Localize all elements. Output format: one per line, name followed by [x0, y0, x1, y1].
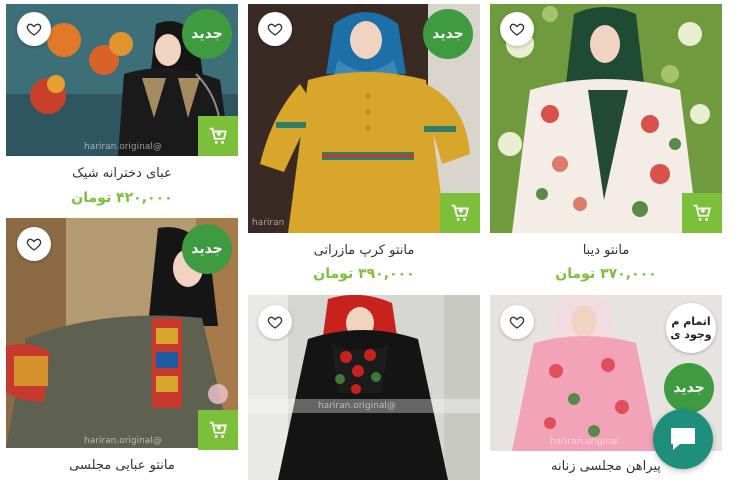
watermark: @hariran.original [84, 142, 162, 152]
add-to-cart-button[interactable] [440, 193, 480, 233]
out-of-stock-badge: اتمام م وجود ی [666, 303, 716, 353]
wishlist-button[interactable] [258, 12, 292, 46]
watermark: @hariran.original [84, 436, 162, 446]
heart-outline-icon [267, 23, 283, 36]
watermark: @hariran.original [318, 401, 396, 411]
product-card[interactable]: @hariran.original [248, 295, 480, 480]
add-to-cart-icon [451, 204, 469, 221]
heart-outline-icon [509, 23, 525, 36]
add-to-cart-icon [693, 204, 711, 221]
product-price: ۳۷۰,۰۰۰ تومان [555, 266, 657, 282]
heart-outline-icon [26, 238, 42, 251]
product-card[interactable]: @hariran.original جدید عبای دخترانه شیک … [6, 4, 238, 214]
chat-button[interactable] [653, 409, 713, 469]
heart-outline-icon [267, 316, 283, 329]
wishlist-button[interactable] [258, 305, 292, 339]
wishlist-button[interactable] [17, 227, 51, 261]
wishlist-button[interactable] [17, 12, 51, 46]
add-to-cart-icon [209, 421, 227, 438]
product-price: ۳۹۰,۰۰۰ تومان [313, 266, 415, 282]
heart-outline-icon [509, 316, 525, 329]
new-badge: جدید [664, 363, 714, 413]
heart-outline-icon [26, 23, 42, 36]
product-name[interactable]: مانتو عبایی مجلسی [6, 458, 238, 473]
add-to-cart-button[interactable] [198, 116, 238, 156]
new-badge: جدید [182, 9, 232, 59]
chat-bubble-icon [671, 428, 695, 450]
product-card[interactable]: @hariran.original جدید مانتو عبایی مجلسی [6, 218, 238, 480]
product-name[interactable]: مانتو کرپ مازراتی [248, 243, 480, 258]
watermark: hariran.original [550, 437, 619, 447]
add-to-cart-button[interactable] [198, 410, 238, 450]
add-to-cart-button[interactable] [682, 193, 722, 233]
wishlist-button[interactable] [500, 12, 534, 46]
product-card[interactable]: مانتو دیبا ۳۷۰,۰۰۰ تومان [490, 4, 722, 290]
new-badge: جدید [182, 224, 232, 274]
product-card[interactable]: hariran جدید مانتو کرپ مازراتی ۳۹۰,۰۰۰ ت… [248, 4, 480, 290]
watermark: hariran [252, 218, 285, 228]
product-name[interactable]: مانتو دیبا [490, 243, 722, 258]
product-price: ۴۲۰,۰۰۰ تومان [71, 190, 173, 206]
product-name[interactable]: عبای دخترانه شیک [6, 166, 238, 181]
add-to-cart-icon [209, 127, 227, 144]
wishlist-button[interactable] [500, 305, 534, 339]
new-badge: جدید [423, 9, 473, 59]
